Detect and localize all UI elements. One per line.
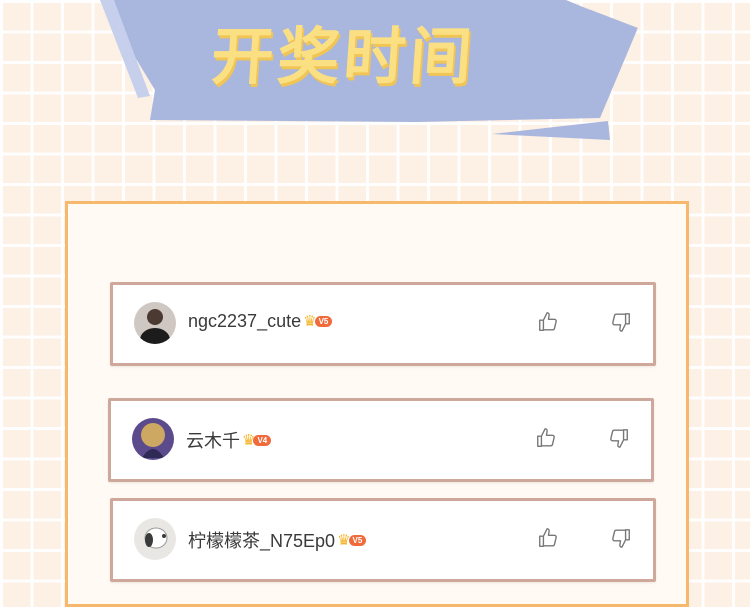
thumbs-up-icon[interactable]	[537, 527, 559, 549]
avatar[interactable]	[134, 302, 176, 344]
comment-username[interactable]: 云木千 ♛ V4	[186, 427, 272, 453]
avatar[interactable]	[132, 418, 174, 460]
avatar[interactable]	[134, 518, 176, 560]
comment-row: ngc2237_cute ♛ V5	[110, 282, 656, 366]
vip-badge: ♛ V4	[242, 433, 272, 448]
comment-row: 云木千 ♛ V4	[108, 398, 654, 482]
thumbs-down-icon[interactable]	[610, 311, 632, 333]
comment-row: 柠檬檬茶_N75Ep0 ♛ V5	[110, 498, 656, 582]
thumbs-down-icon[interactable]	[608, 427, 630, 449]
thumbs-up-icon[interactable]	[537, 311, 559, 333]
thumbs-down-icon[interactable]	[610, 527, 632, 549]
comment-username[interactable]: 柠檬檬茶_N75Ep0 ♛ V5	[188, 527, 367, 553]
comment-username[interactable]: ngc2237_cute ♛ V5	[188, 311, 333, 332]
vip-badge: ♛ V5	[337, 533, 367, 548]
page-title: 开奖时间	[209, 20, 479, 93]
thumbs-up-icon[interactable]	[535, 427, 557, 449]
vip-badge: ♛ V5	[303, 314, 333, 329]
